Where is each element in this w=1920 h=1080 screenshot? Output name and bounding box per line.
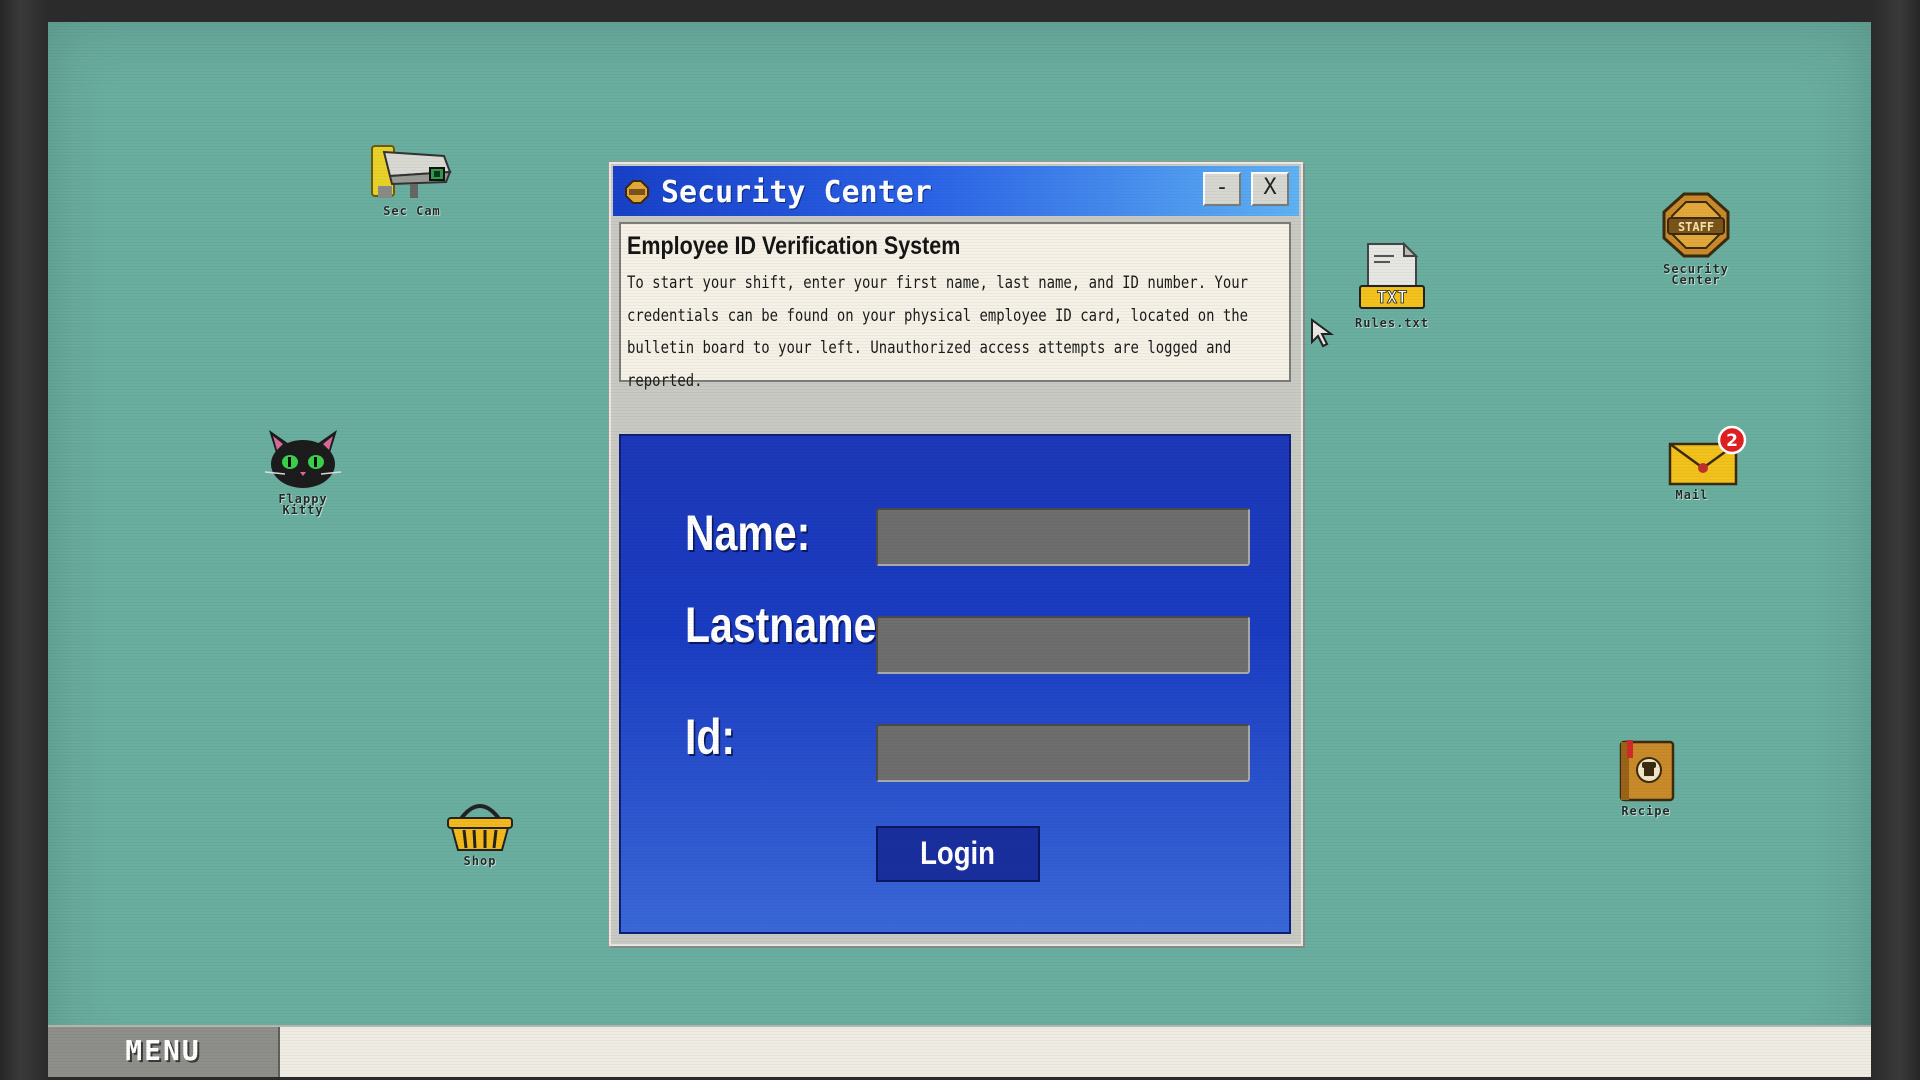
mail-unread-count: 2: [1726, 431, 1738, 451]
desktop-icon-flappy-kitty[interactable]: Flappy Kitty: [243, 426, 363, 516]
desktop: Sec Cam Flappy Kitty Shop TXT Rules.txt …: [48, 22, 1871, 1077]
lastname-label: Lastname:: [685, 597, 891, 653]
cat-icon: [264, 430, 342, 488]
desktop-icon-security-center[interactable]: STAFF Security Center: [1636, 190, 1756, 286]
taskbar: MENU: [48, 1025, 1871, 1077]
desktop-icon-label: Flappy Kitty: [278, 492, 328, 517]
desktop-icon-label: Mail: [1675, 488, 1709, 502]
staff-badge-icon: [625, 180, 649, 204]
desktop-icon-label: Security Center: [1663, 262, 1729, 287]
info-panel: Employee ID Verification System To start…: [619, 222, 1291, 391]
menu-button[interactable]: MENU: [48, 1027, 280, 1077]
desktop-icon-recipe[interactable]: Recipe: [1586, 738, 1706, 817]
login-button[interactable]: Login: [876, 826, 1040, 882]
window-title: Security Center: [661, 175, 932, 210]
staff-label: STAFF: [1678, 220, 1714, 234]
login-panel: Name: Lastname: Id: Login: [619, 434, 1291, 934]
mail-envelope-icon: 2: [1668, 425, 1747, 486]
info-heading: Employee ID Verification System: [627, 232, 961, 260]
security-center-window: Security Center - X Employee ID Verifica…: [609, 162, 1303, 946]
window-titlebar[interactable]: Security Center - X: [613, 166, 1299, 216]
login-button-label: Login: [920, 835, 996, 871]
minimize-button[interactable]: -: [1203, 172, 1241, 206]
security-camera-icon: [371, 145, 452, 198]
desktop-icon-label: Shop: [463, 854, 497, 868]
name-input[interactable]: [876, 508, 1250, 566]
desktop-icon-label: Rules.txt: [1354, 316, 1430, 330]
info-body: To start your shift, enter your first na…: [627, 273, 1249, 391]
desktop-icon-sec-cam[interactable]: Sec Cam: [352, 142, 472, 217]
id-input[interactable]: [876, 724, 1250, 782]
close-button[interactable]: X: [1251, 172, 1289, 206]
text-file-icon: TXT: [1359, 242, 1425, 309]
recipe-book-icon: [1619, 740, 1675, 802]
lastname-input[interactable]: [876, 616, 1250, 674]
desktop-icon-mail[interactable]: 2 Mail: [1642, 424, 1762, 501]
id-label: Id:: [685, 709, 736, 765]
mouse-pointer-icon: [1311, 318, 1335, 348]
staff-badge-icon: STAFF: [1662, 192, 1730, 258]
desktop-icon-rules-txt[interactable]: TXT Rules.txt: [1332, 242, 1452, 329]
shopping-basket-icon: [447, 804, 513, 851]
txt-badge: TXT: [1377, 288, 1408, 308]
desktop-icon-shop[interactable]: Shop: [420, 794, 540, 867]
desktop-icon-label: Sec Cam: [383, 204, 441, 218]
desktop-icon-label: Recipe: [1621, 804, 1671, 818]
name-label: Name:: [685, 505, 811, 561]
